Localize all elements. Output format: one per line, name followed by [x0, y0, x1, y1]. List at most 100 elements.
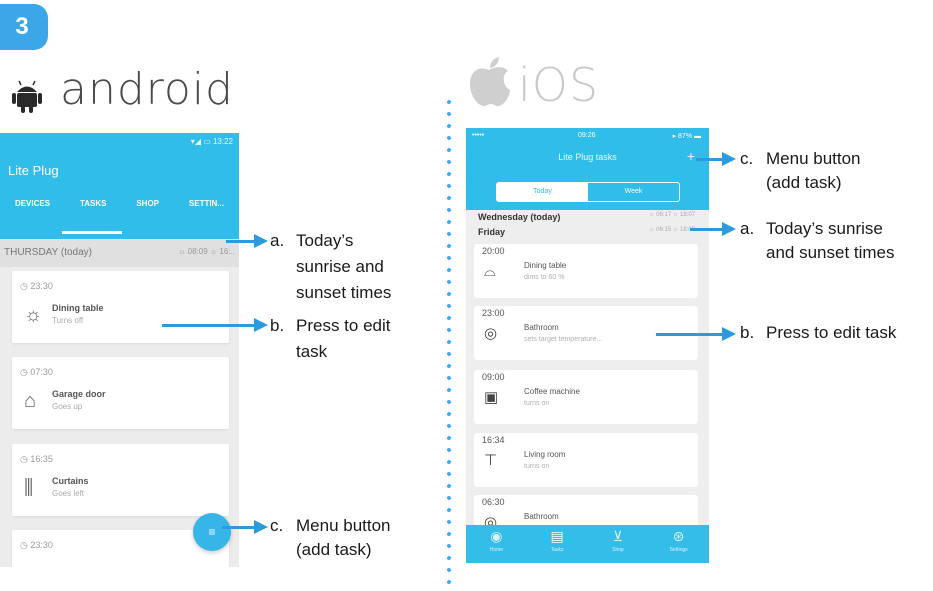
settings-icon: ⊛ — [672, 528, 685, 544]
task-name: Bathroom — [524, 512, 559, 521]
active-tab-indicator — [62, 231, 122, 234]
ios-nav-bar: ••••• 09:26 ▸ 87% ▬ Lite Plug tasks + To… — [466, 128, 709, 210]
tab-label: Home — [489, 547, 504, 553]
annotation-text: (add task) — [766, 173, 842, 192]
day-label: Friday — [478, 227, 506, 237]
annotation-letter: a. — [740, 219, 755, 238]
annotation-text: task — [296, 342, 328, 361]
task-name: Dining table — [524, 261, 567, 270]
task-card[interactable]: 16:34 ⊤ Living room turns on — [474, 433, 698, 487]
task-card[interactable]: 20:00 ⌓ Dining table dims to 60 % — [474, 244, 698, 298]
tab-label: Settings — [669, 547, 688, 553]
task-card[interactable]: ◷ 07:30 ⌂ Garage door Goes up — [12, 357, 229, 429]
tasks-icon: ▤ — [550, 528, 564, 544]
step-badge: 3 — [0, 4, 48, 50]
task-detail: Turns off — [52, 316, 84, 325]
annotation-c-android: c. Menu button (add task) — [270, 515, 420, 563]
task-detail: Goes left — [52, 489, 85, 498]
annotation-text: Menu button — [766, 149, 861, 168]
annotation-letter: a. — [270, 231, 285, 250]
tab-tasks[interactable]: TASKS — [80, 199, 107, 208]
tab-settings[interactable]: SETTIN... — [189, 199, 224, 208]
task-time: ◷ 23:30 — [20, 540, 53, 550]
day-header: Wednesday (today) ☼ 06:17 ☼ 18:07 Friday… — [466, 210, 709, 240]
annotation-letter: b. — [270, 316, 285, 335]
garage-icon: ⌂ — [24, 390, 37, 412]
task-time: 16:34 — [482, 435, 505, 445]
sun-icon: ☼ — [24, 304, 43, 326]
sun-times: ☼ 06:17 ☼ 18:07 — [648, 212, 695, 218]
arrow-c-android — [222, 520, 268, 534]
dotted-divider — [447, 96, 451, 591]
arrow-b-android — [162, 318, 268, 332]
annotation-text: Today’s sunrise — [766, 219, 883, 238]
add-task-button[interactable]: + — [687, 148, 695, 164]
arrow-a-ios — [690, 222, 736, 236]
status-bar: ▾◢ ▭ 13:22 — [190, 137, 233, 146]
android-logo-icon — [12, 78, 42, 114]
task-name: Dining table — [52, 303, 104, 313]
task-name: Living room — [524, 450, 566, 459]
task-time: 23:00 — [482, 308, 505, 318]
tab-tasks[interactable]: ▤ Tasks — [537, 525, 577, 563]
tab-bar: DEVICES TASKS SHOP SETTIN... — [0, 199, 239, 208]
task-detail: Goes up — [52, 402, 83, 411]
android-phone-screen: ▾◢ ▭ 13:22 Lite Plug DEVICES TASKS SHOP … — [0, 133, 239, 567]
task-time: 20:00 — [482, 246, 505, 256]
task-card[interactable]: ◷ 16:35 ⫼ Curtains Goes left — [12, 444, 229, 516]
task-name: Garage door — [52, 389, 106, 399]
ceiling-lamp-icon: ⌓ — [484, 263, 496, 280]
task-card[interactable]: 09:00 ▣ Coffee machine turns on — [474, 370, 698, 424]
segment-week[interactable]: Week — [588, 183, 679, 201]
arrow-c-ios — [696, 152, 736, 166]
tab-devices[interactable]: DEVICES — [15, 199, 50, 208]
tab-shop[interactable]: SHOP — [136, 199, 159, 208]
app-title: Lite Plug — [8, 163, 59, 178]
task-detail: turns on — [524, 400, 550, 407]
coffee-machine-icon: ▣ — [484, 389, 499, 406]
tab-home[interactable]: ◉ Home — [476, 525, 516, 563]
task-detail: sets target temperature... — [524, 336, 603, 343]
annotation-letter: b. — [740, 323, 755, 342]
annotation-text: Today’s — [296, 231, 354, 250]
tab-settings[interactable]: ⊛ Settings — [659, 525, 699, 563]
annotation-b-android: b. Press to edit task — [270, 315, 420, 363]
day-label: THURSDAY (today) — [4, 247, 92, 258]
task-time: ◷ 23:30 — [20, 281, 53, 291]
android-app-bar: ▾◢ ▭ 13:22 Lite Plug DEVICES TASKS SHOP … — [0, 133, 239, 239]
segment-today[interactable]: Today — [497, 183, 588, 201]
sun-times: ☼ 08:09 ☼ 16:.. — [178, 247, 235, 256]
day-label: Wednesday (today) — [478, 212, 561, 222]
ios-tab-bar: ◉ Home ▤ Tasks ⊻ Shop ⊛ Settings — [466, 525, 709, 563]
tab-shop[interactable]: ⊻ Shop — [598, 525, 638, 563]
task-detail: turns on — [524, 463, 550, 470]
task-name: Bathroom — [524, 323, 559, 332]
curtains-icon: ⫼ — [24, 477, 34, 499]
annotation-text: Menu button — [296, 516, 391, 535]
add-task-fab[interactable]: ≡ — [193, 513, 231, 551]
annotation-text: and sunset times — [766, 243, 895, 262]
task-time: ◷ 07:30 — [20, 367, 53, 377]
annotation-letter: c. — [270, 516, 284, 535]
task-name: Coffee machine — [524, 387, 580, 396]
day-header: THURSDAY (today) ☼ 08:09 ☼ 16:.. — [0, 239, 239, 267]
tab-label: Tasks — [550, 547, 564, 553]
ios-title: iOS — [518, 58, 600, 112]
annotation-a-ios: a. Today’s sunrise and sunset times — [740, 218, 930, 266]
app-title: Lite Plug tasks — [558, 152, 617, 162]
tab-label: Shop — [612, 547, 624, 553]
annotation-b-ios: b. Press to edit task — [740, 322, 930, 346]
cart-icon: ⊻ — [612, 528, 623, 544]
annotation-text: Press to edit task — [766, 323, 897, 342]
annotation-text: Press to edit — [296, 316, 391, 335]
annotation-text: sunset times — [296, 283, 392, 302]
signal-indicator: ••••• — [472, 132, 485, 139]
annotation-text: sunrise and — [296, 257, 384, 276]
heater-icon: ◎ — [484, 325, 498, 342]
annotation-text: (add task) — [296, 540, 372, 559]
task-card[interactable]: ◷ 23:30 ☼ Dining table Turns off — [12, 271, 229, 343]
home-icon: ◉ — [490, 528, 503, 544]
segmented-control: Today Week — [496, 182, 680, 202]
battery-indicator: ▸ 87% ▬ — [672, 133, 701, 140]
task-time: 09:00 — [482, 372, 505, 382]
